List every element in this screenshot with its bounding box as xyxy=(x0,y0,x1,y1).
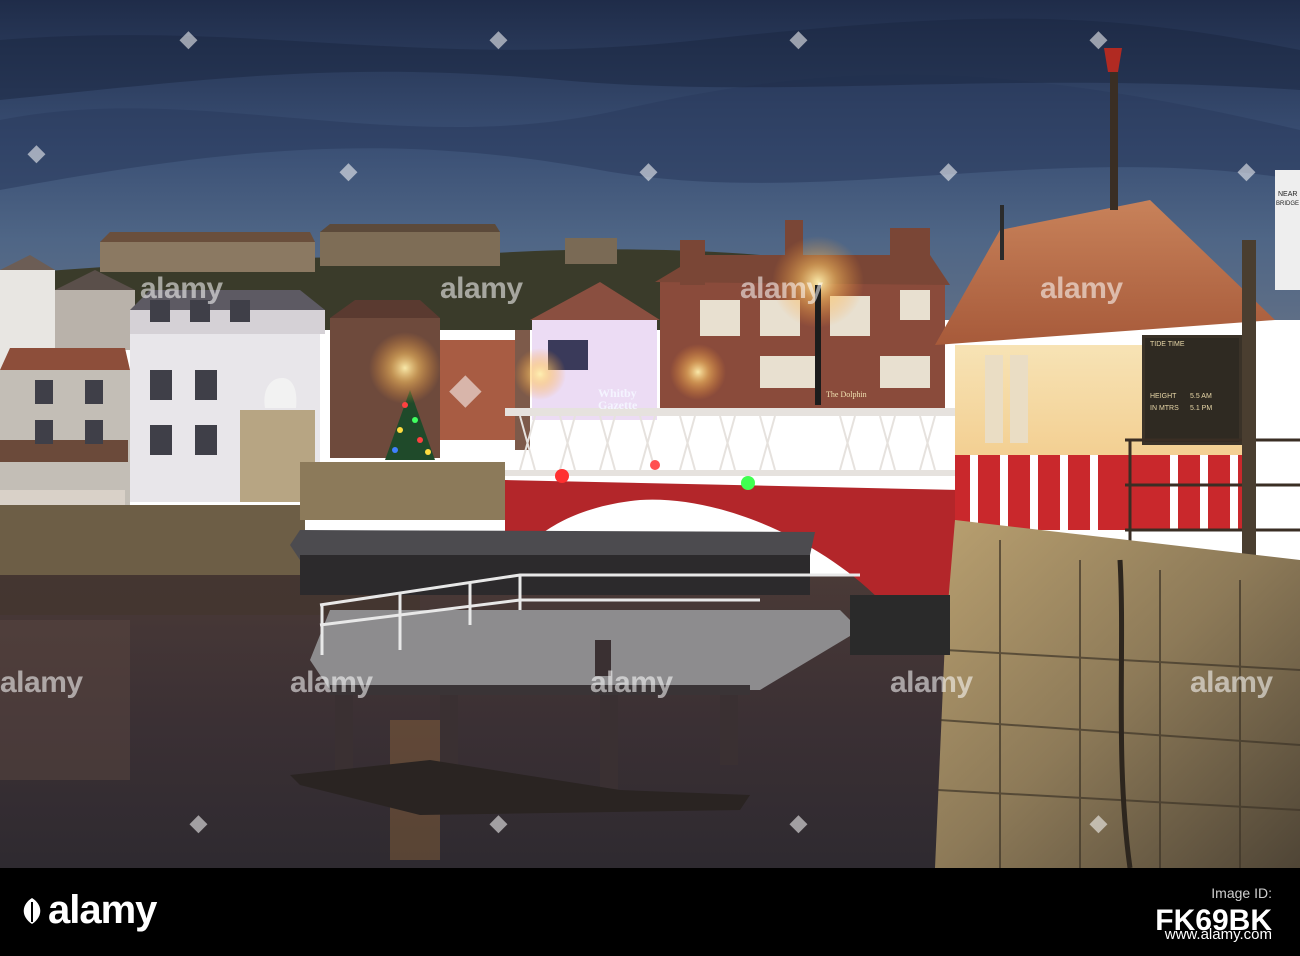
tide-board-mtrs: IN MTRS xyxy=(1150,405,1179,412)
footer-brand: alamy xyxy=(48,888,157,932)
alamy-leaf-icon xyxy=(23,897,41,924)
image-id-label: Image ID: xyxy=(1211,885,1272,901)
shop-sign-line2: Gazette xyxy=(598,398,638,412)
footer-url[interactable]: www.alamy.com xyxy=(1165,926,1272,943)
pub-sign: The Dolphin xyxy=(826,390,867,399)
tide-board-am: 5.5 AM xyxy=(1190,393,1212,400)
tide-board-height: HEIGHT xyxy=(1150,393,1177,400)
footer-logo[interactable]: alamy xyxy=(18,888,157,933)
footer-bar: alamy Image ID: FK69BK www.alamy.com xyxy=(0,868,1300,956)
bridge-sign-line1: NEAR xyxy=(1278,191,1298,198)
scene-illustration xyxy=(0,0,1300,868)
tide-board-pm: 5.1 PM xyxy=(1190,405,1213,412)
bridge-sign-line2: BRIDGE xyxy=(1276,201,1300,207)
tide-board-title: TIDE TIME xyxy=(1150,341,1185,348)
photo xyxy=(0,0,1300,868)
